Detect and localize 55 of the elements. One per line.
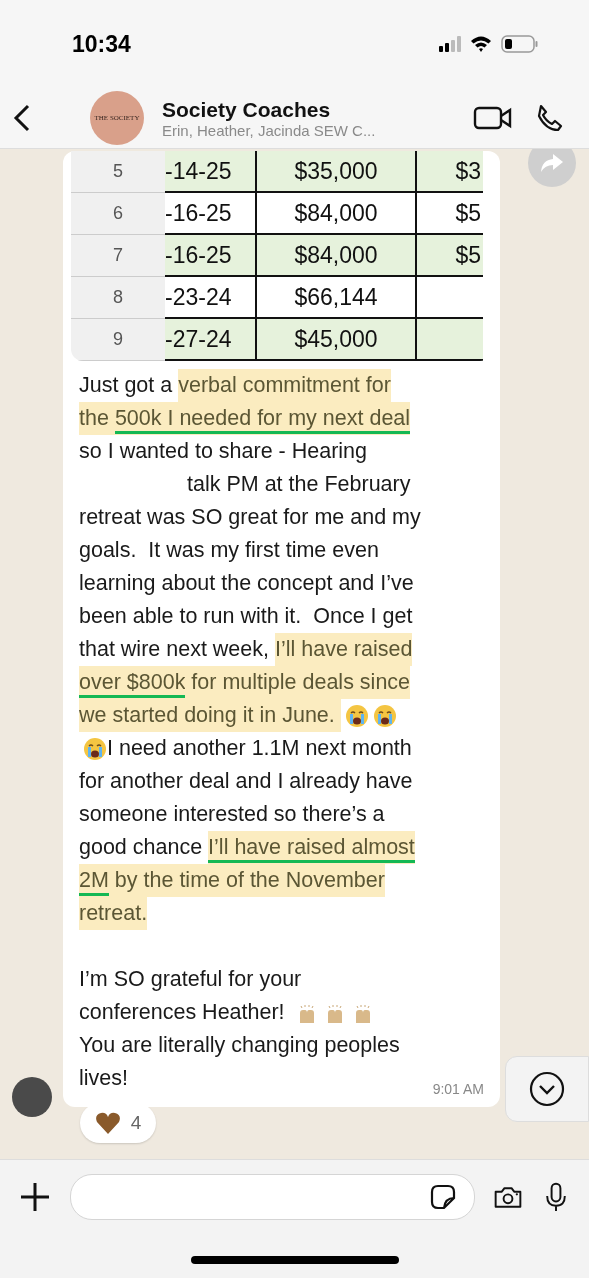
message-line: lives! xyxy=(79,1065,128,1092)
message-line: over $800k for multiple deals since xyxy=(79,666,411,699)
table-cell: -16-25 xyxy=(165,235,257,277)
table-cell: $5 xyxy=(417,235,483,277)
message-line: goals. It was my first time even xyxy=(79,537,379,564)
message-line: for another deal and I already have xyxy=(79,768,413,795)
message-time: 9:01 AM xyxy=(432,1081,484,1097)
table-cell: $66,144 xyxy=(257,277,417,319)
row-number: 5 xyxy=(71,151,165,193)
table-cell: $84,000 xyxy=(257,235,417,277)
message-line: good chance I’ll have raised almost xyxy=(79,831,415,864)
chevron-down-icon xyxy=(529,1071,565,1107)
row-number: 6 xyxy=(71,193,165,235)
table-cell: $84,000 xyxy=(257,193,417,235)
battery-icon xyxy=(501,35,539,53)
message-line: conferences Heather! xyxy=(79,999,286,1026)
sender-avatar[interactable] xyxy=(12,1077,52,1117)
table-cell xyxy=(417,319,483,361)
message-line: that wire next week, I’ll have raised xyxy=(79,633,413,666)
message-line: learning about the concept and I’ve xyxy=(79,570,414,597)
forward-icon xyxy=(539,152,565,174)
message-line: the 500k I needed for my next deal xyxy=(79,402,411,435)
status-time: 10:34 xyxy=(72,30,131,58)
message-line: Just got a verbal commitment for xyxy=(79,369,391,402)
row-number: 7 xyxy=(71,235,165,277)
heart-icon xyxy=(94,1111,121,1135)
message-line: I need another 1.1M next month xyxy=(107,735,412,762)
wifi-icon xyxy=(469,35,493,53)
sticker-icon[interactable] xyxy=(428,1182,458,1212)
plus-icon[interactable] xyxy=(18,1180,52,1214)
message-line: so I wanted to share - Hearing xyxy=(79,438,367,465)
signal-icon xyxy=(439,36,461,52)
scroll-down-button[interactable] xyxy=(505,1056,589,1122)
row-number: 9 xyxy=(71,319,165,361)
message-line: been able to run with it. Once I get xyxy=(79,603,413,630)
message-line: I’m SO grateful for your xyxy=(79,966,302,993)
table-cell: $35,000 xyxy=(257,151,417,193)
crying-face-icon xyxy=(372,703,397,728)
crying-face-icon xyxy=(344,703,369,728)
table-cell: $45,000 xyxy=(257,319,417,361)
row-number: 8 xyxy=(71,277,165,319)
message-input[interactable] xyxy=(70,1174,475,1220)
message-line: You are literally changing peoples xyxy=(79,1032,400,1059)
message-line: someone interested so there’s a xyxy=(79,801,385,828)
reaction-count: 4 xyxy=(130,1112,142,1134)
message-line: talk PM at the February xyxy=(187,471,411,498)
table-cell: -23-24 xyxy=(165,277,257,319)
table-cell: $3 xyxy=(417,151,483,193)
table-cell: -27-24 xyxy=(165,319,257,361)
message-line: 2M by the time of the November xyxy=(79,864,385,897)
crying-face-icon xyxy=(83,736,107,761)
chat-title[interactable]: Society Coaches xyxy=(162,97,457,122)
table-cell: -14-25 xyxy=(165,151,257,193)
message-line: retreat was SO great for me and my xyxy=(79,504,421,531)
table-cell: -16-25 xyxy=(165,193,257,235)
